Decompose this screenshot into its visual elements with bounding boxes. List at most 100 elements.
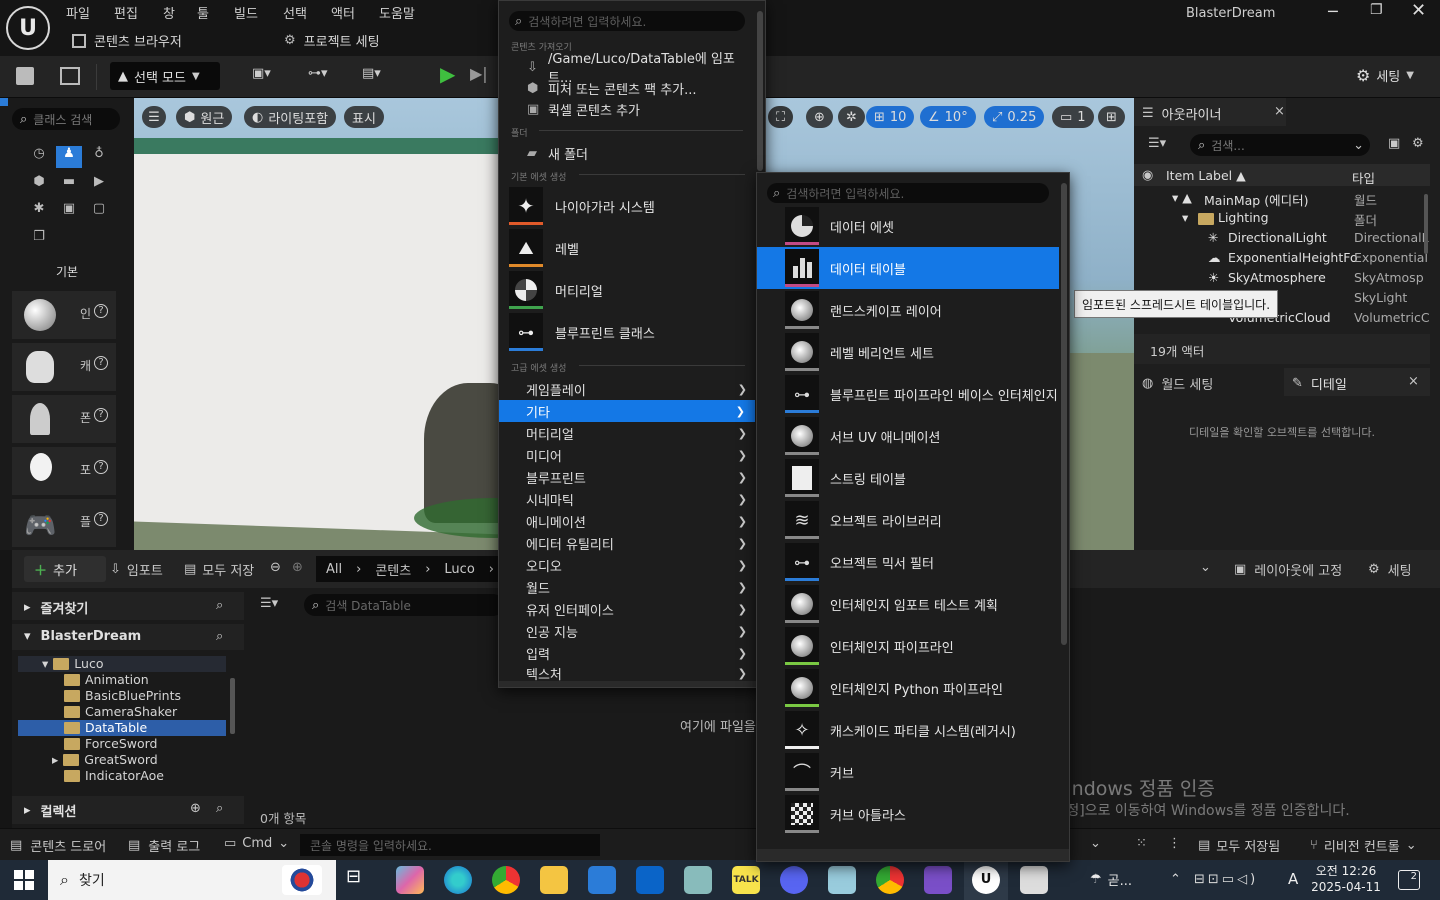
outliner-row[interactable]: ✳ DirectionalLight DirectionalL: [1134, 230, 1429, 250]
scrollbar[interactable]: [757, 11, 763, 171]
discord-icon[interactable]: [780, 866, 808, 894]
file-explorer-icon[interactable]: [540, 866, 568, 894]
grid-snap-button[interactable]: ⊞ 10: [866, 106, 915, 128]
kakaotalk-icon[interactable]: TALK: [732, 866, 760, 894]
weather-widget[interactable]: ☂ 곧...: [1090, 870, 1132, 889]
asset-blueprint-pipeline[interactable]: ⊶ 블루프린트 파이프라인 베이스 인터체인지: [757, 373, 1059, 415]
save-icon[interactable]: [16, 67, 34, 85]
folder-item[interactable]: Animation: [64, 672, 149, 687]
more-icon[interactable]: ⋮: [1168, 836, 1181, 851]
asset-search-input[interactable]: ⌕ 검색 DataTable: [304, 594, 504, 616]
asset-niagara[interactable]: ✦ 나이아가라 시스템: [509, 186, 755, 226]
menu-category[interactable]: 블루프린트 ❯: [499, 466, 757, 488]
menu-new-folder-item[interactable]: ▰ 새 폴더: [499, 142, 757, 164]
add-collection-icon[interactable]: ⊕: [190, 801, 201, 816]
submenu-search-input[interactable]: ⌕ 검색하려면 입력하세요.: [767, 183, 1049, 203]
geometry-icon[interactable]: ✱: [26, 201, 52, 223]
close-button[interactable]: ✕: [1411, 0, 1426, 21]
folder-item-selected[interactable]: DataTable: [64, 720, 147, 735]
menu-category[interactable]: 에디터 유틸리티 ❯: [499, 532, 757, 554]
place-item-0[interactable]: 인?: [12, 291, 116, 339]
unreal-logo-icon[interactable]: U: [6, 6, 50, 50]
project-header[interactable]: ▾ BlasterDream: [24, 629, 141, 644]
tab-project-settings[interactable]: ⚙ 프로젝트 세팅: [284, 31, 380, 50]
help-icon[interactable]: ?: [94, 512, 108, 526]
task-view-icon[interactable]: ⊟: [346, 866, 374, 894]
menu-edit[interactable]: 편집: [114, 3, 138, 22]
search-icon[interactable]: ⌕: [216, 801, 223, 816]
add-button[interactable]: ＋ 추가: [24, 556, 106, 582]
menu-quixel-item[interactable]: ▣ 퀵셀 콘텐츠 추가: [499, 98, 757, 120]
notes-icon[interactable]: [828, 866, 856, 894]
transform-icons[interactable]: ⛶: [768, 106, 794, 128]
menu-category-selected[interactable]: 기타 ❯: [499, 400, 755, 422]
menu-category[interactable]: 입력 ❯: [499, 642, 757, 664]
place-item-3[interactable]: 포?: [12, 447, 116, 495]
folder-item[interactable]: CameraShaker: [64, 704, 177, 719]
asset-landscape-layer[interactable]: 랜드스케이프 레이어: [757, 289, 1059, 331]
menu-window[interactable]: 창: [163, 3, 175, 22]
menu-category[interactable]: 애니메이션 ❯: [499, 510, 757, 532]
menu-category[interactable]: 머티리얼 ❯: [499, 422, 757, 444]
save-status-button[interactable]: ▤ 모두 저장됨: [1198, 836, 1280, 855]
asset-curve-atlas[interactable]: 커브 아틀라스: [757, 793, 1059, 835]
menu-category[interactable]: 인공 지능 ❯: [499, 620, 757, 642]
maximize-button[interactable]: ❐: [1370, 2, 1383, 18]
place-item-2[interactable]: 폰?: [12, 395, 116, 443]
scrollbar[interactable]: [1061, 183, 1067, 645]
menu-tools[interactable]: 툴: [197, 3, 209, 22]
menu-category[interactable]: 미디어 ❯: [499, 444, 757, 466]
breadcrumb-item[interactable]: All: [326, 562, 342, 577]
content-drawer-button[interactable]: ▤ 콘텐츠 드로어: [10, 836, 106, 855]
clock-time[interactable]: 오전 12:26: [1314, 862, 1378, 879]
place-item-1[interactable]: 캐?: [12, 343, 116, 391]
outliner-row[interactable]: ☁ ExponentialHeightFo Exponential: [1134, 250, 1428, 270]
clock-date[interactable]: 2025-04-11: [1310, 880, 1382, 894]
menu-help[interactable]: 도움말: [379, 3, 415, 22]
lit-mode-button[interactable]: ◐ 라이팅포함: [244, 106, 337, 128]
menu-category[interactable]: 텍스처 ❯: [499, 664, 757, 683]
asset-level[interactable]: ⛰ 레벨: [509, 228, 755, 268]
asset-object-library[interactable]: ≋ 오브젝트 라이브러리: [757, 499, 1059, 541]
help-icon[interactable]: ?: [94, 356, 108, 370]
class-search-input[interactable]: ⌕ 클래스 검색: [12, 108, 120, 130]
menu-category[interactable]: 월드 ❯: [499, 576, 757, 598]
menu-category[interactable]: 유저 인터페이스 ❯: [499, 598, 757, 620]
unreal-engine-icon[interactable]: U: [972, 866, 1000, 894]
breadcrumb-item[interactable]: Luco: [444, 562, 474, 577]
menu-file[interactable]: 파일: [66, 3, 90, 22]
menu-search-input[interactable]: ⌕ 검색하려면 입력하세요.: [509, 11, 745, 31]
asset-interchange-python[interactable]: 인터체인지 Python 파이프라인: [757, 667, 1059, 709]
asset-sub-uv[interactable]: 서브 UV 애니메이션: [757, 415, 1059, 457]
cmd-dropdown[interactable]: ▭ Cmd ⌄: [224, 836, 289, 851]
help-icon[interactable]: ?: [94, 408, 108, 422]
settings-button[interactable]: ⚙ 세팅 ▼: [1356, 66, 1414, 85]
collections-header[interactable]: ▸ 컬렉션: [24, 801, 76, 820]
asset-blueprint-class[interactable]: ⊶ 블루프린트 클래스: [509, 312, 755, 352]
tab-content-browser[interactable]: 콘텐츠 브라우저: [72, 31, 182, 50]
camera-speed-button[interactable]: ▭ 1: [1052, 106, 1094, 128]
tray-icons[interactable]: ⊟⊡▭◁): [1194, 872, 1258, 887]
tab-outliner[interactable]: ☰ 아웃라이너: [1142, 104, 1221, 123]
place-item-4[interactable]: 🎮 플?: [12, 499, 116, 547]
recent-icon[interactable]: ◷: [26, 146, 52, 168]
folder-item[interactable]: ▸ GreatSword: [52, 752, 158, 767]
asset-data-asset[interactable]: 데이터 에셋: [757, 205, 1059, 247]
folder-item[interactable]: ▾ Luco: [42, 656, 103, 671]
copilot-icon[interactable]: [396, 866, 424, 894]
forward-icon[interactable]: ⊕: [292, 560, 303, 575]
derived-data-icon[interactable]: ⁙: [1136, 836, 1147, 851]
input-language[interactable]: A: [1288, 870, 1298, 888]
asset-level-variant-set[interactable]: 레벨 베리언트 세트: [757, 331, 1059, 373]
chevron-down-icon[interactable]: ⌄: [1090, 836, 1101, 851]
col-item-label[interactable]: Item Label ▲: [1166, 168, 1246, 183]
surface-snap-icon[interactable]: ✲: [838, 106, 865, 128]
search-icon[interactable]: ⌕: [216, 598, 223, 613]
browse-icon[interactable]: [60, 67, 80, 85]
asset-interchange-pipeline[interactable]: 인터체인지 파이프라인: [757, 625, 1059, 667]
show-button[interactable]: 표시: [344, 106, 384, 128]
asset-curve[interactable]: ⌒ 커브: [757, 751, 1059, 793]
favorites-header[interactable]: ▸ 즐겨찾기: [24, 598, 88, 617]
save-all-button[interactable]: ▤ 모두 저장: [184, 560, 254, 579]
outliner-row[interactable]: ▾ ▲ MainMap (에디터) 월드: [1134, 190, 1426, 210]
